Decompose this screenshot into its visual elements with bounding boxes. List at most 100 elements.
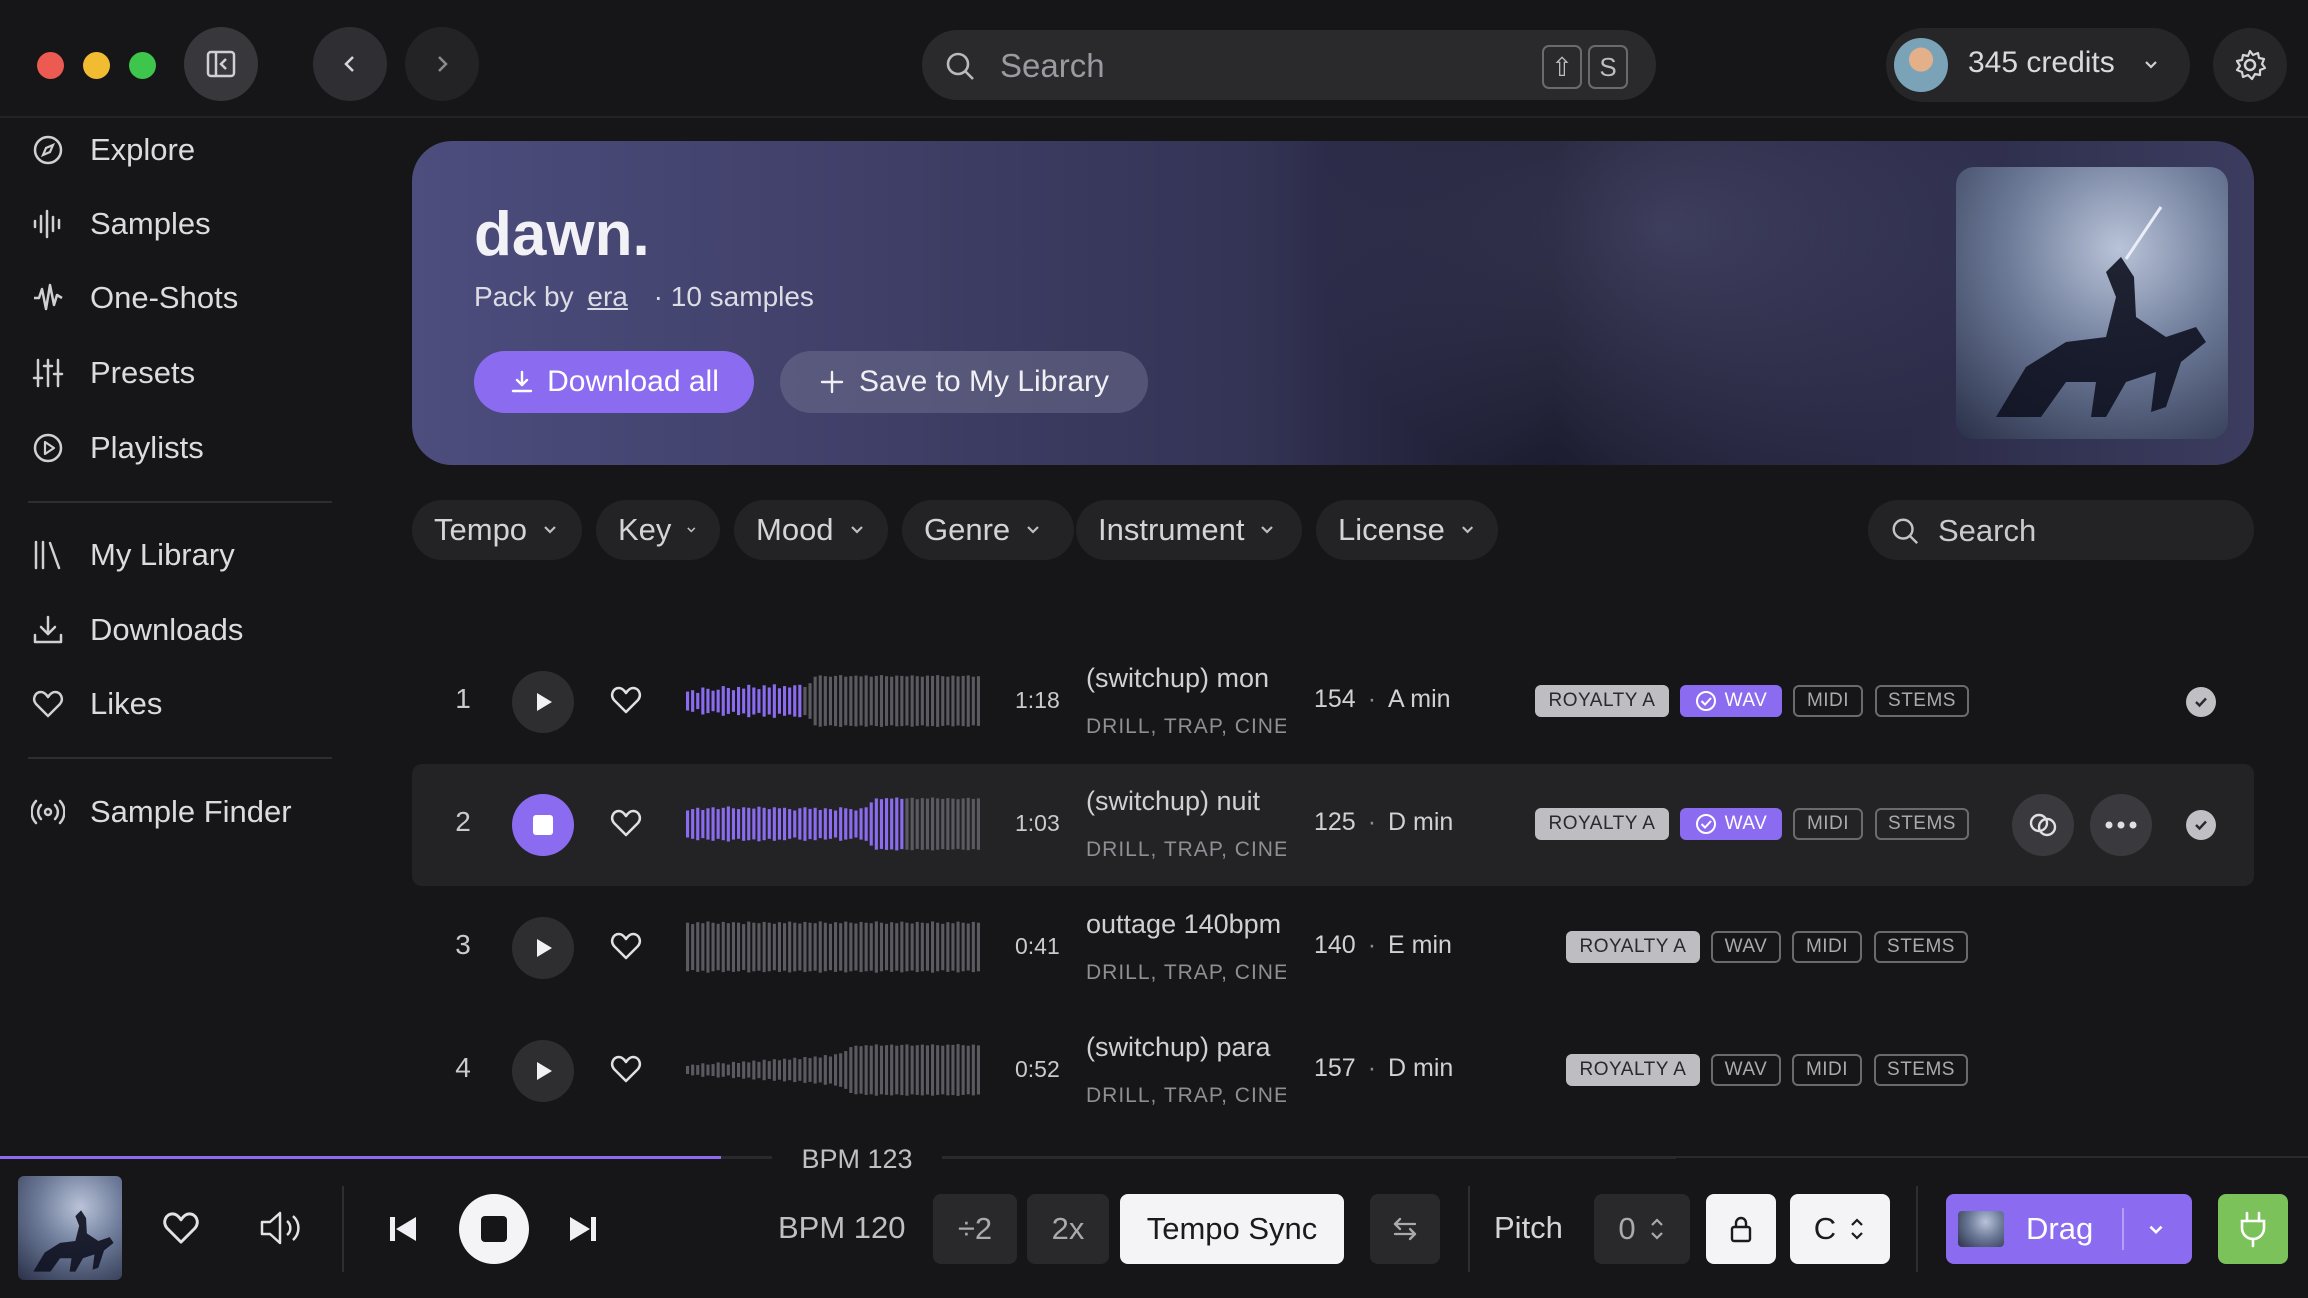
play-sample-button[interactable] (512, 1040, 574, 1102)
waveform-bar (936, 922, 940, 972)
maximize-window-button[interactable] (129, 52, 156, 79)
sidebar-item-one-shots[interactable]: One-Shots (30, 268, 238, 328)
sidebar-item-likes[interactable]: Likes (30, 674, 162, 734)
plug-icon (2240, 1211, 2266, 1248)
next-track-button[interactable] (566, 1212, 600, 1251)
stems-format-badge[interactable]: STEMS (1874, 931, 1968, 963)
pack-search-bar[interactable]: Search (1868, 500, 2254, 560)
key-lock-button[interactable] (1706, 1194, 1776, 1264)
wav-format-badge[interactable]: WAV (1711, 931, 1781, 963)
double-tempo-button[interactable]: 2x (1027, 1194, 1109, 1264)
toggle-sidebar-button[interactable] (184, 27, 258, 101)
stems-format-badge[interactable]: STEMS (1874, 1054, 1968, 1086)
wav-format-badge[interactable]: WAV (1680, 685, 1782, 717)
author-link[interactable]: era (587, 281, 627, 312)
waveform[interactable] (686, 673, 982, 729)
settings-button[interactable] (2213, 28, 2287, 102)
playback-progress-fill (0, 1156, 721, 1159)
filter-label: Tempo (434, 512, 528, 547)
like-sample-button[interactable] (608, 1052, 644, 1091)
waveform-bar (767, 687, 771, 715)
pack-search-input[interactable]: Search (1938, 513, 2036, 549)
more-options-button[interactable] (2090, 794, 2152, 856)
waveform-bar (767, 922, 771, 972)
stop-button[interactable] (459, 1194, 529, 1264)
find-similar-button[interactable] (2012, 794, 2074, 856)
tempo-sync-button[interactable]: Tempo Sync (1120, 1194, 1344, 1264)
waveform-bar (737, 809, 741, 839)
sidebar-item-explore[interactable]: Explore (30, 120, 195, 180)
wav-format-badge[interactable]: WAV (1711, 1054, 1781, 1086)
player-divider (1468, 1186, 1470, 1272)
waveform-bar (701, 810, 705, 839)
pitch-stepper[interactable]: 0 (1594, 1194, 1690, 1264)
swap-button[interactable] (1370, 1194, 1440, 1264)
like-sample-button[interactable] (608, 806, 644, 845)
sidebar-item-presets[interactable]: Presets (30, 343, 195, 403)
filter-instrument[interactable]: Instrument (1076, 500, 1302, 560)
filter-mood[interactable]: Mood (734, 500, 888, 560)
play-sample-button[interactable] (512, 917, 574, 979)
sample-row[interactable]: 2 1:03 (switchup) nuit DRILL, TRAP, CINE 125… (412, 764, 2254, 886)
pack-title: dawn. (474, 200, 650, 269)
filter-key[interactable]: Key (596, 500, 720, 560)
waveform-bar (915, 676, 919, 726)
key-value: C (1813, 1211, 1837, 1246)
wav-format-badge[interactable]: WAV (1680, 808, 1782, 840)
sample-tags: DRILL, TRAP, CINE (1086, 961, 1286, 984)
stems-format-badge[interactable]: STEMS (1875, 808, 1969, 840)
filter-tempo[interactable]: Tempo (412, 500, 582, 560)
sample-bpm-key: 157 · D min (1314, 1054, 1453, 1083)
sample-row[interactable]: 4 0:52 (switchup) para DRILL, TRAP, CINE 157… (412, 1010, 2254, 1132)
previous-track-button[interactable] (386, 1212, 420, 1251)
like-sample-button[interactable] (608, 929, 644, 968)
sidebar-item-playlists[interactable]: Playlists (30, 418, 204, 478)
forward-button[interactable] (405, 27, 479, 101)
key-select[interactable]: C (1790, 1194, 1890, 1264)
filter-license[interactable]: License (1316, 500, 1498, 560)
stems-format-badge[interactable]: STEMS (1875, 685, 1969, 717)
sidebar-item-downloads[interactable]: Downloads (30, 600, 243, 660)
broadcast-icon (30, 794, 66, 830)
sidebar-item-my-library[interactable]: My Library (30, 525, 235, 585)
search-input[interactable]: Search (1000, 47, 1105, 85)
waveform-bar (864, 675, 868, 727)
sidebar-item-samples[interactable]: Samples (30, 194, 211, 254)
close-window-button[interactable] (37, 52, 64, 79)
midi-format-badge[interactable]: MIDI (1793, 685, 1863, 717)
chevron-down-icon[interactable] (2146, 1220, 2166, 1240)
waveform[interactable] (686, 796, 982, 852)
waveform-bar (731, 922, 735, 972)
download-all-button[interactable]: Download all (474, 351, 754, 413)
waveform-bar (798, 684, 802, 718)
midi-format-badge[interactable]: MIDI (1793, 808, 1863, 840)
like-current-button[interactable] (160, 1208, 202, 1253)
plugin-connect-button[interactable] (2218, 1194, 2288, 1264)
stop-sample-button[interactable] (512, 794, 574, 856)
minimize-window-button[interactable] (83, 52, 110, 79)
sidebar-item-sample-finder[interactable]: Sample Finder (30, 782, 292, 842)
sample-row[interactable]: 1 1:18 (switchup) mon DRILL, TRAP, CINE 154 ·… (412, 641, 2254, 763)
play-icon (537, 939, 552, 957)
back-button[interactable] (313, 27, 387, 101)
sample-key: A min (1388, 685, 1451, 713)
save-to-library-button[interactable]: Save to My Library (780, 351, 1148, 413)
credits-menu[interactable]: 345 credits (1886, 28, 2190, 102)
waveform[interactable] (686, 919, 982, 975)
waveform-bar (885, 923, 889, 971)
waveform-bar (691, 690, 695, 712)
midi-format-badge[interactable]: MIDI (1792, 931, 1862, 963)
like-sample-button[interactable] (608, 683, 644, 722)
sample-row[interactable]: 3 0:41 outtage 140bpm DRILL, TRAP, CINE 140 ·… (412, 887, 2254, 1009)
waveform-bar (777, 808, 781, 840)
global-search-bar[interactable]: Search ⇧ S (922, 30, 1656, 100)
play-sample-button[interactable] (512, 671, 574, 733)
drag-button[interactable]: Drag (1946, 1194, 2192, 1264)
filter-genre[interactable]: Genre (902, 500, 1074, 560)
volume-button[interactable] (258, 1208, 304, 1253)
waveform[interactable] (686, 1042, 982, 1098)
midi-format-badge[interactable]: MIDI (1792, 1054, 1862, 1086)
waveform-bar (976, 1045, 980, 1095)
half-tempo-button[interactable]: ÷2 (933, 1194, 1017, 1264)
waveform-bar (752, 1060, 756, 1080)
